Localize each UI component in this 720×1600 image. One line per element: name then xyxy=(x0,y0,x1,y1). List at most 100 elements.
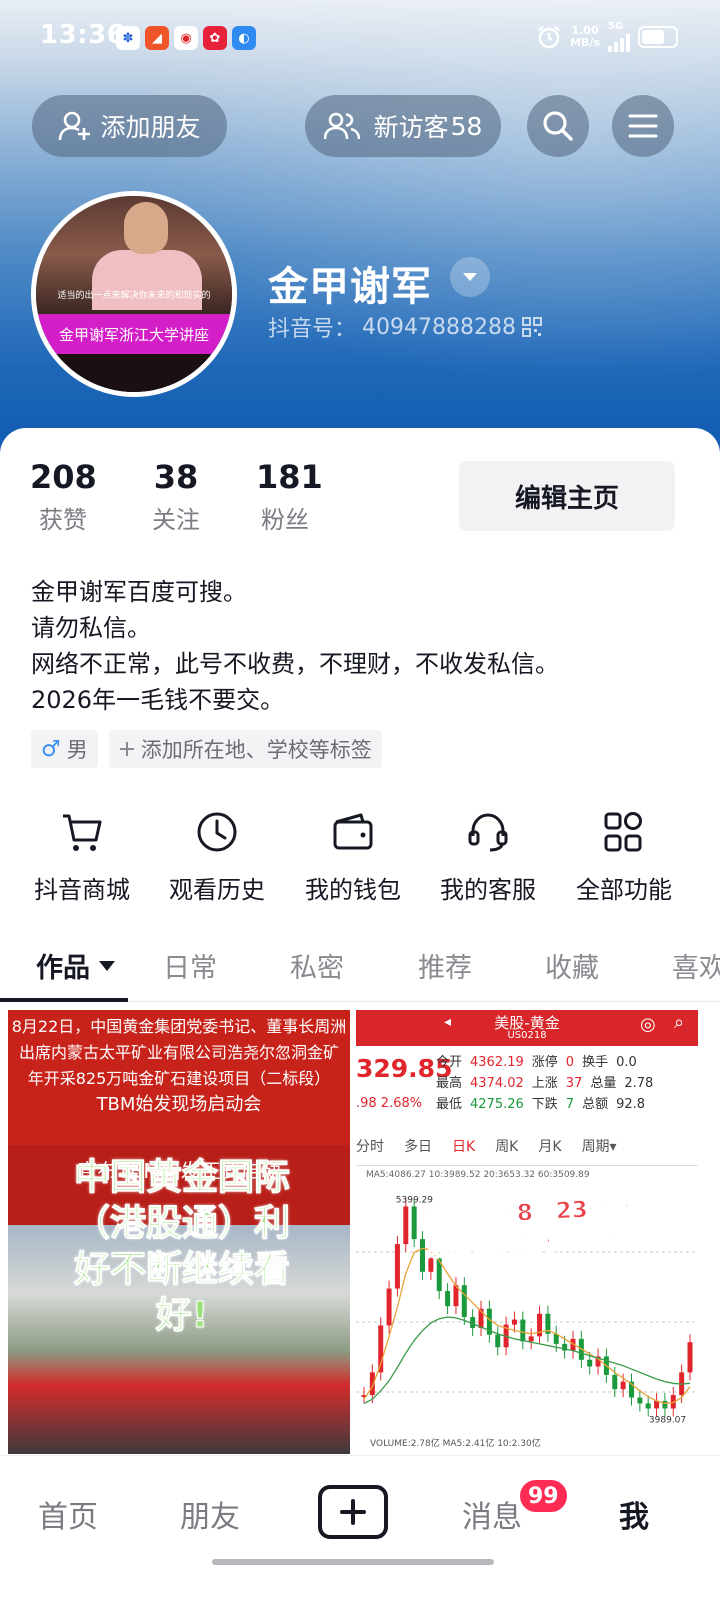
gender-label: 男 xyxy=(66,738,88,762)
qr-code-icon[interactable] xyxy=(521,317,542,337)
visitors-label: 新访客 xyxy=(373,113,449,142)
status-time: 13:36 xyxy=(40,20,126,50)
stock-quote-grid: 今开 4362.19 涨停 0 换手 0.0 最高 4374.02 上涨 37 总量 2.78 最低… xyxy=(436,1055,654,1112)
add-friend-button[interactable]: 添加朋友 xyxy=(32,95,227,157)
cart-icon xyxy=(63,814,102,851)
grid-icon xyxy=(604,812,642,852)
avatar-banner: 金甲谢军浙江大学讲座 xyxy=(36,314,232,354)
video-thumbnail[interactable]: ◂ 美股-黄金 US0218 ◎ ⌕ 329.85 .98 2.68% 今开 43… xyxy=(356,1010,698,1454)
candle-body xyxy=(495,1334,501,1348)
add-user-icon xyxy=(59,111,91,141)
candle-body xyxy=(394,1244,400,1289)
nickname: 金甲谢军 xyxy=(268,264,432,310)
add-tag-button[interactable]: 添加所在地、学校等标签 xyxy=(108,730,382,768)
video-thumbnail[interactable]: 8月22日，中国黄金集团党委书记、董事长周洲 出席内蒙古太平矿业有限公司浩尧尔忽… xyxy=(8,1010,350,1454)
bio-line: 网络不正常，此号不收费，不理财，不收发私信。 xyxy=(31,650,559,678)
stock-header: ◂ 美股-黄金 US0218 ◎ ⌕ xyxy=(356,1010,698,1046)
signal-indicator: 5G xyxy=(608,22,630,52)
shortcut-history[interactable]: 观看历史 xyxy=(157,806,277,905)
tab-works[interactable]: 作品 xyxy=(36,946,116,985)
candle-body xyxy=(645,1403,651,1409)
likes-count: 208 xyxy=(30,458,97,496)
alarm-icon xyxy=(538,26,560,49)
shortcut-customer-service[interactable]: 我的客服 xyxy=(428,806,548,905)
avatar-photo-person-body xyxy=(92,250,202,310)
candle-body xyxy=(637,1397,643,1404)
avatar-caption: 适当的出一点来解决你未来的和现实的 xyxy=(57,291,211,301)
avatar-photo-person-head xyxy=(124,202,168,254)
plus-icon xyxy=(119,742,134,756)
visitors-count: 58 xyxy=(450,111,483,141)
candle-body xyxy=(403,1206,409,1245)
status-bar: 13:36 ✽ ◢ ◉ ✿ ◐ 1.00 MB/s 5G xyxy=(0,0,720,76)
tab-favorites[interactable]: 收藏 xyxy=(545,946,599,985)
visitors-icon xyxy=(323,112,360,140)
shortcut-label: 我的客服 xyxy=(440,876,536,904)
edit-profile-button[interactable]: 编辑主页 xyxy=(459,461,675,531)
publish-button[interactable] xyxy=(318,1485,388,1539)
low-label: 3989.07 xyxy=(649,1415,686,1425)
shortcut-mall[interactable]: 抖音商城 xyxy=(22,806,142,905)
douyin-id-label: 抖音号： xyxy=(268,317,357,342)
shortcut-label: 全部功能 xyxy=(576,876,672,904)
shortcut-wallet[interactable]: 我的钱包 xyxy=(293,806,413,905)
nav-messages[interactable]: 消息 xyxy=(462,1492,522,1536)
system-icons: 1.00 MB/s 5G xyxy=(536,22,678,52)
thumbnail-overlay-text: 金甲谢军8月23日继续看涨黄金和优质金股 xyxy=(424,1194,636,1289)
nav-friends[interactable]: 朋友 xyxy=(180,1492,240,1536)
candle-body xyxy=(520,1319,526,1342)
new-visitors-button[interactable]: 新访客 58 xyxy=(305,95,501,157)
fans-label: 粉丝 xyxy=(261,506,309,534)
candle-body xyxy=(420,1239,426,1272)
tab-private[interactable]: 私密 xyxy=(290,946,344,985)
candle-body xyxy=(528,1336,534,1342)
stock-change: .98 2.68% xyxy=(356,1096,423,1111)
nav-home[interactable]: 首页 xyxy=(38,1492,98,1536)
male-icon: ♂ xyxy=(41,736,61,762)
network-speed: 1.00 MB/s xyxy=(570,24,600,49)
refresh-icon: ◎ xyxy=(640,1014,656,1035)
shortcut-all-features[interactable]: 全部功能 xyxy=(564,806,684,905)
candle-body xyxy=(511,1319,517,1325)
content-tabs: 作品 日常 私密 推荐 收藏 喜欢 xyxy=(0,936,720,1002)
bio: 金甲谢军百度可搜。 请勿私信。 网络不正常，此号不收费，不理财，不收发私信。 2… xyxy=(31,574,691,718)
browser-app-icon: ◐ xyxy=(232,26,256,50)
active-tab-indicator xyxy=(0,998,128,1002)
shortcut-row: 抖音商城 观看历史 我的钱包 我的客服 全部功能 xyxy=(0,806,720,906)
plus-icon xyxy=(340,1499,366,1525)
caret-down-icon xyxy=(99,960,115,971)
caret-down-icon xyxy=(463,273,477,281)
tab-recommended[interactable]: 推荐 xyxy=(418,946,472,985)
account-switch-button[interactable] xyxy=(450,257,490,297)
shortcut-label: 抖音商城 xyxy=(34,876,130,904)
home-indicator xyxy=(212,1559,494,1565)
stat-following[interactable]: 38 关注 xyxy=(147,458,205,535)
bottom-navigation: 首页 朋友 消息 99 我 xyxy=(0,1455,720,1600)
thumbnail-headline: 8月22日，中国黄金集团党委书记、董事长周洲 出席内蒙古太平矿业有限公司浩尧尔忽… xyxy=(8,1010,350,1145)
messages-badge: 99 xyxy=(518,1478,569,1514)
stat-fans[interactable]: 181 粉丝 xyxy=(256,458,323,535)
nav-me[interactable]: 我 xyxy=(619,1492,649,1536)
chart-period-tabs: 分时 多日 日K 周K 月K 周期▾ xyxy=(356,1136,698,1166)
add-tag-label: 添加所在地、学校等标签 xyxy=(140,738,372,762)
tab-daily[interactable]: 日常 xyxy=(163,946,217,985)
video-app-icon: ◉ xyxy=(174,26,198,50)
douyin-id[interactable]: 抖音号： 40947888288 xyxy=(268,311,542,343)
following-label: 关注 xyxy=(152,506,200,534)
search-icon xyxy=(543,111,573,141)
search-button[interactable] xyxy=(527,95,589,157)
thumbnail-overlay-text: 中国黄金国际（港股通）利好不断继续看好! xyxy=(73,1157,290,1337)
menu-button[interactable] xyxy=(612,95,674,157)
bio-line: 金甲谢军百度可搜。 xyxy=(31,578,247,606)
candle-body xyxy=(687,1342,693,1373)
tab-likes[interactable]: 喜欢 xyxy=(672,946,720,985)
shop-app-icon: ✿ xyxy=(203,26,227,50)
douyin-id-value: 40947888288 xyxy=(362,314,516,340)
bio-line: 请勿私信。 xyxy=(31,614,151,642)
bio-line: 2026年一毛钱不要交。 xyxy=(31,686,285,714)
series-line-MA20 xyxy=(363,1316,691,1405)
avatar[interactable]: 适当的出一点来解决你未来的和现实的 金甲谢军浙江大学讲座 xyxy=(31,191,237,397)
tab-works-label: 作品 xyxy=(36,953,90,984)
shortcut-label: 观看历史 xyxy=(169,876,265,904)
gender-tag[interactable]: ♂ 男 xyxy=(31,730,98,768)
